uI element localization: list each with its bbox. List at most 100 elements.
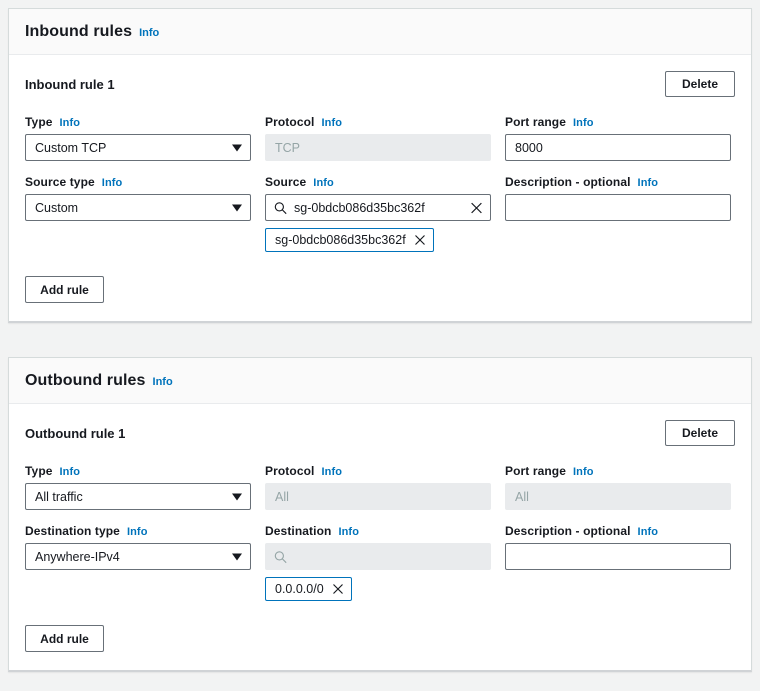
outbound-rule-1-title: Outbound rule 1	[25, 425, 126, 441]
inbound-type-select[interactable]: Custom TCP	[25, 134, 251, 161]
inbound-rules-info-link[interactable]: Info	[139, 27, 159, 39]
inbound-source-token-row: sg-0bdcb086d35bc362f	[265, 228, 491, 252]
inbound-protocol-info-link[interactable]: Info	[321, 117, 342, 129]
outbound-protocol-info-link[interactable]: Info	[321, 466, 342, 478]
outbound-rules-panel: Outbound rules Info Outbound rule 1 Dele…	[8, 357, 752, 672]
outbound-protocol-value: All	[275, 489, 289, 504]
inbound-source-label: Source	[265, 175, 307, 189]
inbound-source-label-row: Source Info	[265, 175, 491, 189]
inbound-add-rule-wrap: Add rule	[25, 276, 735, 303]
outbound-rule-1-header: Outbound rule 1 Delete	[25, 418, 735, 448]
outbound-rule-1-delete-button[interactable]: Delete	[665, 420, 735, 446]
outbound-destination-type-select[interactable]: Anywhere-IPv4	[25, 543, 251, 570]
inbound-description-field: Description - optional Info	[505, 175, 731, 252]
inbound-type-label: Type	[25, 115, 53, 129]
outbound-protocol-label-row: Protocol Info	[265, 464, 491, 478]
outbound-port-range-label-row: Port range Info	[505, 464, 731, 478]
outbound-rule-1-fields: Type Info All traffic Protocol Info All …	[25, 464, 735, 615]
inbound-type-info-link[interactable]: Info	[60, 117, 81, 129]
outbound-description-label-row: Description - optional Info	[505, 524, 731, 538]
inbound-port-range-label: Port range	[505, 115, 567, 129]
outbound-rules-title: Outbound rules	[25, 372, 146, 389]
inbound-source-type-info-link[interactable]: Info	[102, 177, 123, 189]
outbound-rules-header: Outbound rules Info	[9, 358, 751, 404]
outbound-protocol-input: All	[265, 483, 491, 510]
inbound-rules-panel: Inbound rules Info Inbound rule 1 Delete…	[8, 8, 752, 323]
inbound-source-value: sg-0bdcb086d35bc362f	[294, 200, 425, 215]
outbound-destination-token[interactable]: 0.0.0.0/0	[265, 577, 352, 601]
chevron-down-icon	[232, 144, 242, 151]
inbound-description-label-row: Description - optional Info	[505, 175, 731, 189]
outbound-port-range-value: All	[515, 489, 529, 504]
outbound-add-rule-wrap: Add rule	[25, 625, 735, 652]
outbound-port-range-label: Port range	[505, 464, 567, 478]
outbound-type-field: Type Info All traffic	[25, 464, 251, 510]
outbound-add-rule-button[interactable]: Add rule	[25, 625, 104, 652]
inbound-rule-1-header: Inbound rule 1 Delete	[25, 69, 735, 99]
inbound-rule-1-body: Inbound rule 1 Delete Type Info Custom T…	[9, 55, 751, 321]
inbound-source-type-select[interactable]: Custom	[25, 194, 251, 221]
outbound-destination-type-label: Destination type	[25, 524, 120, 538]
inbound-rules-header: Inbound rules Info	[9, 9, 751, 55]
inbound-port-range-input[interactable]: 8000	[505, 134, 731, 161]
inbound-source-token[interactable]: sg-0bdcb086d35bc362f	[265, 228, 434, 252]
inbound-description-label: Description - optional	[505, 175, 631, 189]
search-icon	[274, 550, 287, 563]
inbound-rule-1-title: Inbound rule 1	[25, 76, 115, 92]
outbound-destination-label: Destination	[265, 524, 332, 538]
inbound-port-range-field: Port range Info 8000	[505, 115, 731, 161]
outbound-destination-info-link[interactable]: Info	[338, 526, 359, 538]
inbound-source-type-label: Source type	[25, 175, 95, 189]
inbound-source-type-select-value: Custom	[35, 200, 79, 215]
outbound-port-range-info-link[interactable]: Info	[573, 466, 594, 478]
security-group-rules-page: Inbound rules Info Inbound rule 1 Delete…	[0, 0, 760, 691]
outbound-destination-type-field: Destination type Info Anywhere-IPv4	[25, 524, 251, 601]
outbound-description-info-link[interactable]: Info	[638, 526, 659, 538]
inbound-port-range-info-link[interactable]: Info	[573, 117, 594, 129]
outbound-destination-field: Destination Info 0.0.0.0/0	[265, 524, 491, 601]
inbound-type-field: Type Info Custom TCP	[25, 115, 251, 161]
outbound-type-select[interactable]: All traffic	[25, 483, 251, 510]
inbound-source-type-field: Source type Info Custom	[25, 175, 251, 252]
inbound-source-token-label: sg-0bdcb086d35bc362f	[275, 233, 406, 247]
inbound-description-info-link[interactable]: Info	[638, 177, 659, 189]
outbound-destination-type-select-value: Anywhere-IPv4	[35, 549, 120, 564]
outbound-destination-type-info-link[interactable]: Info	[127, 526, 148, 538]
inbound-protocol-value: TCP	[275, 140, 300, 155]
inbound-rule-1-fields: Type Info Custom TCP Protocol Info TCP P…	[25, 115, 735, 266]
outbound-type-label-row: Type Info	[25, 464, 251, 478]
outbound-destination-type-label-row: Destination type Info	[25, 524, 251, 538]
inbound-protocol-label-row: Protocol Info	[265, 115, 491, 129]
inbound-add-rule-button[interactable]: Add rule	[25, 276, 104, 303]
inbound-source-field: Source Info sg-0bdcb086d35bc362f sg-0bdc…	[265, 175, 491, 252]
outbound-destination-token-row: 0.0.0.0/0	[265, 577, 491, 601]
outbound-rule-1-body: Outbound rule 1 Delete Type Info All tra…	[9, 404, 751, 670]
outbound-type-info-link[interactable]: Info	[60, 466, 81, 478]
outbound-description-input[interactable]	[505, 543, 731, 570]
chevron-down-icon	[232, 204, 242, 211]
inbound-source-input[interactable]: sg-0bdcb086d35bc362f	[265, 194, 491, 221]
search-icon	[274, 201, 287, 214]
outbound-description-label: Description - optional	[505, 524, 631, 538]
chevron-down-icon	[232, 553, 242, 560]
inbound-source-type-label-row: Source type Info	[25, 175, 251, 189]
inbound-protocol-label: Protocol	[265, 115, 315, 129]
outbound-description-field: Description - optional Info	[505, 524, 731, 601]
outbound-destination-token-label: 0.0.0.0/0	[275, 582, 324, 596]
close-icon[interactable]	[414, 234, 426, 246]
inbound-type-select-value: Custom TCP	[35, 140, 107, 155]
inbound-protocol-field: Protocol Info TCP	[265, 115, 491, 161]
outbound-protocol-field: Protocol Info All	[265, 464, 491, 510]
outbound-port-range-input: All	[505, 483, 731, 510]
chevron-down-icon	[232, 493, 242, 500]
inbound-description-input[interactable]	[505, 194, 731, 221]
outbound-rules-info-link[interactable]: Info	[153, 376, 173, 388]
close-icon[interactable]	[332, 583, 344, 595]
inbound-rule-1-delete-button[interactable]: Delete	[665, 71, 735, 97]
inbound-source-info-link[interactable]: Info	[313, 177, 334, 189]
inbound-port-range-value: 8000	[515, 140, 543, 155]
outbound-type-select-value: All traffic	[35, 489, 83, 504]
close-icon[interactable]	[470, 201, 483, 214]
outbound-destination-label-row: Destination Info	[265, 524, 491, 538]
inbound-rules-title: Inbound rules	[25, 23, 133, 40]
